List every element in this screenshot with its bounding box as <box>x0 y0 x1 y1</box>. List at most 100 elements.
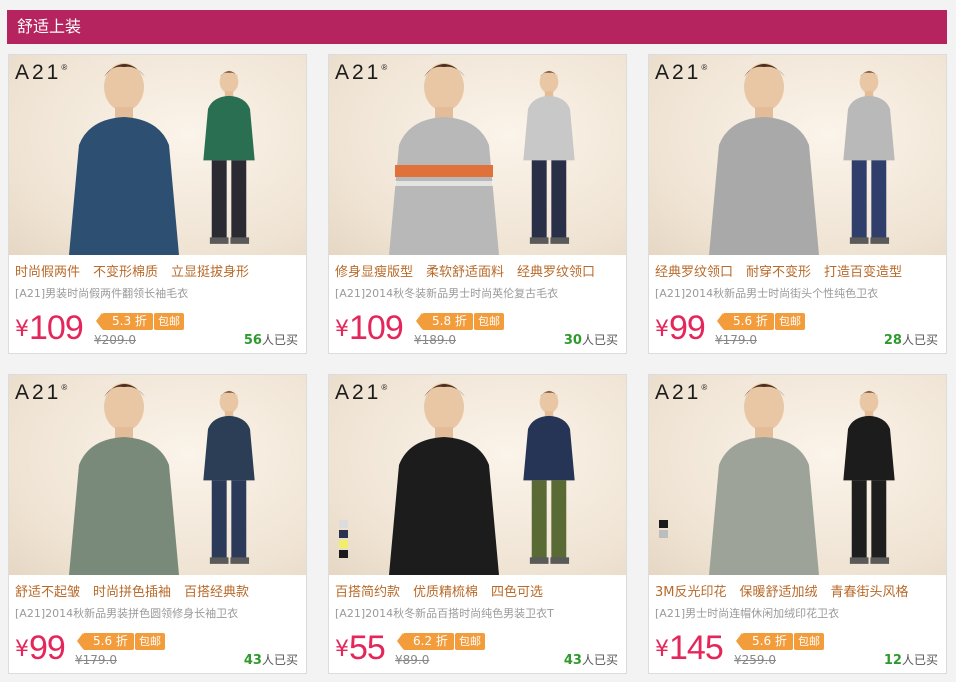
discount-badge: 5.6 折 <box>717 313 774 330</box>
feature-tag: 耐穿不变形 <box>746 265 812 280</box>
color-swatch <box>659 530 668 538</box>
discount-badge: 6.2 折 <box>397 633 454 650</box>
free-shipping-badge: 包邮 <box>455 633 485 650</box>
model-photo-side <box>834 387 904 575</box>
product-title[interactable]: [A21]2014秋新品男装拼色圆领修身长袖卫衣 <box>15 605 303 621</box>
currency-symbol: ¥ <box>335 317 349 342</box>
feature-tag: 优质精梳棉 <box>413 585 479 600</box>
product-image[interactable]: A21® <box>329 375 626 575</box>
feature-tags: 经典罗纹领口 耐穿不变形 打造百变造型 <box>655 261 915 280</box>
product-card[interactable]: A21® 经典罗纹领口 耐穿不变形 打造百变造型 [A21]2014秋新品男士时尚街… <box>648 54 947 354</box>
feature-tags: 百搭简约款 优质精梳棉 四色可选 <box>335 581 556 600</box>
model-photo-main <box>369 375 519 575</box>
free-shipping-badge: 包邮 <box>154 313 184 330</box>
discount-badge: 5.8 折 <box>416 313 473 330</box>
color-swatch <box>659 520 668 528</box>
product-grid: A21® 时尚假两件 不变形棉质 立显挺拔身形 [A21]男装时尚假两件翻领长袖毛衣… <box>8 54 948 674</box>
color-swatch <box>339 530 348 538</box>
product-image[interactable]: A21® <box>649 55 946 255</box>
feature-tag: 经典罗纹领口 <box>517 265 596 280</box>
feature-tag: 青春街头风格 <box>830 585 909 600</box>
free-shipping-badge: 包邮 <box>135 633 165 650</box>
product-card[interactable]: A21® 3M反光印花 保暖舒适加绒 青春街头风格 [A21]男士时尚连帽休闲加绒印… <box>648 374 947 674</box>
sale-price: ¥99 <box>655 309 706 348</box>
sale-price: ¥145 <box>655 629 724 668</box>
model-photo-side <box>514 67 584 255</box>
product-card[interactable]: A21® 舒适不起皱 时尚拼色插袖 百搭经典款 [A21]2014秋新品男装拼色圆领… <box>8 374 307 674</box>
feature-tags: 时尚假两件 不变形棉质 立显挺拔身形 <box>15 261 262 280</box>
product-image[interactable]: A21® <box>649 375 946 575</box>
free-shipping-badge: 包邮 <box>474 313 504 330</box>
model-photo-side <box>194 67 264 255</box>
original-price: ¥259.0 <box>734 653 776 667</box>
sold-count: 30人已买 <box>563 333 618 348</box>
feature-tags: 舒适不起皱 时尚拼色插袖 百搭经典款 <box>15 581 262 600</box>
feature-tag: 时尚假两件 <box>15 265 81 280</box>
color-swatches <box>659 520 668 540</box>
product-image[interactable]: A21® <box>9 55 306 255</box>
feature-tag: 修身显瘦版型 <box>335 265 414 280</box>
currency-symbol: ¥ <box>655 637 669 662</box>
currency-symbol: ¥ <box>655 317 669 342</box>
price-value: 99 <box>29 629 66 667</box>
feature-tag: 百搭经典款 <box>184 585 250 600</box>
product-card[interactable]: A21® 时尚假两件 不变形棉质 立显挺拔身形 [A21]男装时尚假两件翻领长袖毛衣… <box>8 54 307 354</box>
feature-tag: 立显挺拔身形 <box>171 265 250 280</box>
sale-price: ¥109 <box>15 309 84 348</box>
sold-count: 43人已买 <box>563 653 618 668</box>
discount-badge: 5.6 折 <box>736 633 793 650</box>
model-photo-side <box>514 387 584 575</box>
free-shipping-badge: 包邮 <box>775 313 805 330</box>
color-swatch <box>339 520 348 528</box>
original-price: ¥179.0 <box>75 653 117 667</box>
original-price: ¥89.0 <box>395 653 430 667</box>
product-card[interactable]: A21® 修身显瘦版型 柔软舒适面料 经典罗纹领口 [A21]2014秋冬装新品男士… <box>328 54 627 354</box>
price-value: 109 <box>349 309 404 347</box>
feature-tag: 四色可选 <box>491 585 544 600</box>
currency-symbol: ¥ <box>15 317 29 342</box>
feature-tag: 时尚拼色插袖 <box>93 585 172 600</box>
model-photo-side <box>194 387 264 575</box>
model-photo-side <box>834 67 904 255</box>
model-photo-main <box>689 55 839 255</box>
feature-tags: 3M反光印花 保暖舒适加绒 青春街头风格 <box>655 581 922 600</box>
feature-tag: 不变形棉质 <box>93 265 159 280</box>
product-title[interactable]: [A21]男士时尚连帽休闲加绒印花卫衣 <box>655 605 943 621</box>
model-photo-main <box>689 375 839 575</box>
model-photo-main <box>369 55 519 255</box>
price-value: 109 <box>29 309 84 347</box>
product-image[interactable]: A21® <box>329 55 626 255</box>
feature-tag: 打造百变造型 <box>824 265 903 280</box>
price-value: 99 <box>669 309 706 347</box>
model-photo-main <box>49 55 199 255</box>
sale-price: ¥55 <box>335 629 386 668</box>
feature-tag: 柔软舒适面料 <box>426 265 505 280</box>
feature-tags: 修身显瘦版型 柔软舒适面料 经典罗纹领口 <box>335 261 608 280</box>
color-swatch <box>339 550 348 558</box>
currency-symbol: ¥ <box>335 637 349 662</box>
original-price: ¥179.0 <box>715 333 757 347</box>
feature-tag: 经典罗纹领口 <box>655 265 734 280</box>
color-swatch <box>339 540 348 548</box>
color-swatches <box>339 520 348 560</box>
sold-count: 56人已买 <box>243 333 298 348</box>
feature-tag: 舒适不起皱 <box>15 585 81 600</box>
currency-symbol: ¥ <box>15 637 29 662</box>
free-shipping-badge: 包邮 <box>794 633 824 650</box>
sale-price: ¥99 <box>15 629 66 668</box>
product-title[interactable]: [A21]2014秋冬装新品男士时尚英伦复古毛衣 <box>335 285 623 301</box>
price-value: 55 <box>349 629 386 667</box>
product-title[interactable]: [A21]2014秋冬新品百搭时尚纯色男装卫衣T <box>335 605 623 621</box>
product-card[interactable]: A21® 百搭简约款 优质精梳棉 四色可选 [A21]2014秋冬新品百搭时尚纯色男… <box>328 374 627 674</box>
product-title[interactable]: [A21]男装时尚假两件翻领长袖毛衣 <box>15 285 303 301</box>
section-title: 舒适上装 <box>7 10 947 44</box>
sold-count: 28人已买 <box>883 333 938 348</box>
feature-tag: 3M反光印花 <box>655 585 727 600</box>
sold-count: 12人已买 <box>883 653 938 668</box>
product-title[interactable]: [A21]2014秋新品男士时尚街头个性纯色卫衣 <box>655 285 943 301</box>
model-photo-main <box>49 375 199 575</box>
discount-badge: 5.3 折 <box>96 313 153 330</box>
original-price: ¥189.0 <box>414 333 456 347</box>
feature-tag: 百搭简约款 <box>335 585 401 600</box>
product-image[interactable]: A21® <box>9 375 306 575</box>
